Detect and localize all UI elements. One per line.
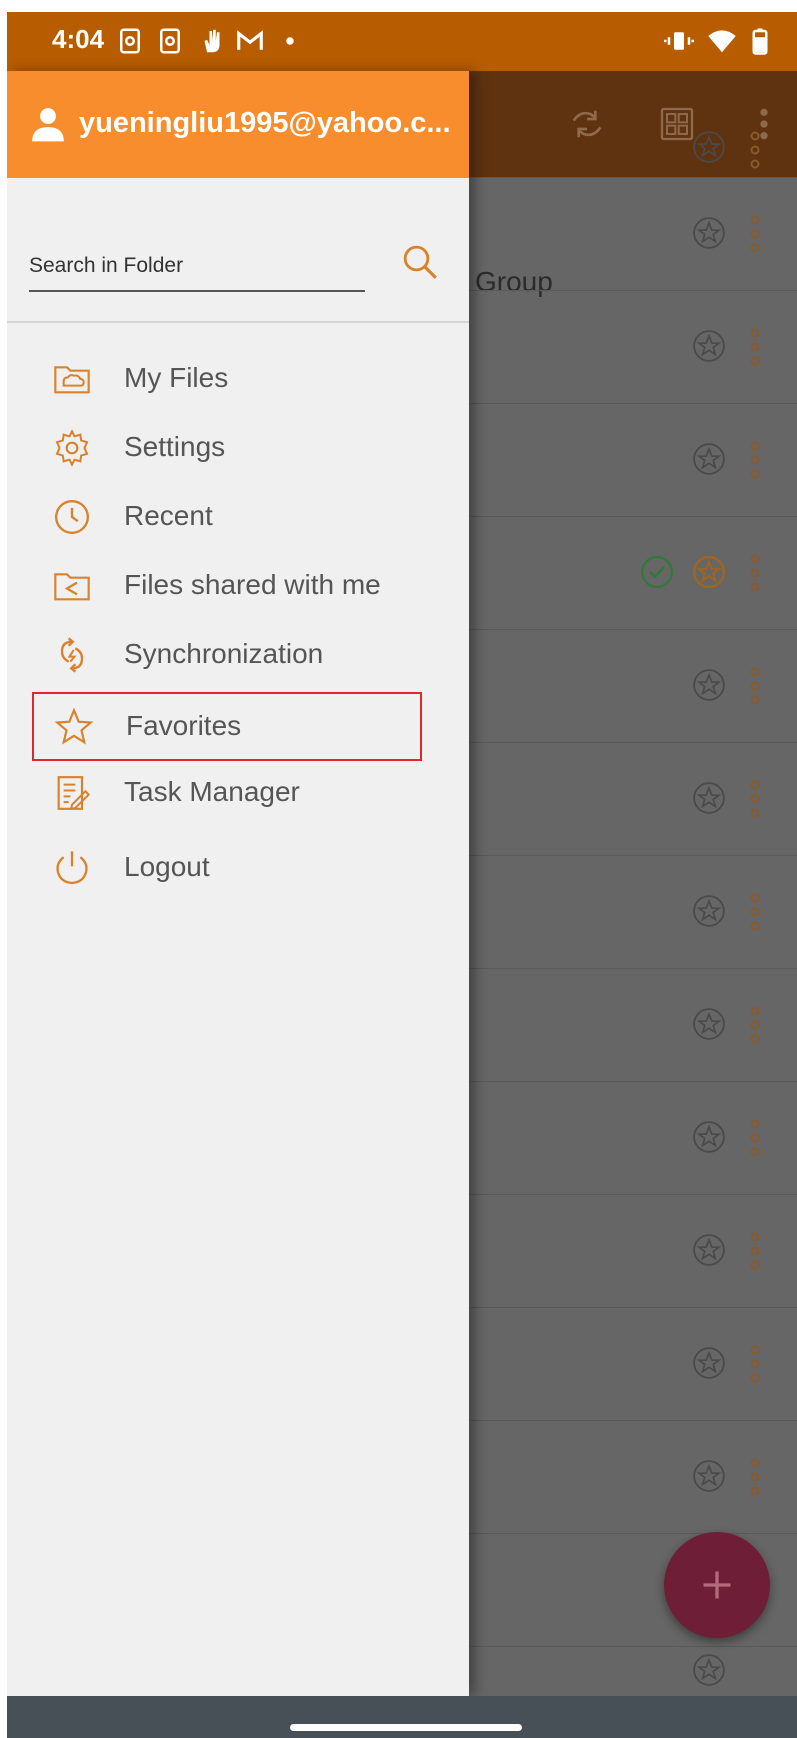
nav-item-label: Task Manager — [124, 776, 300, 807]
more-vert-icon[interactable] — [749, 130, 761, 170]
star-icon — [54, 707, 94, 747]
star-outline-icon[interactable] — [692, 329, 726, 363]
star-outline-icon[interactable] — [692, 130, 726, 164]
more-vert-icon[interactable] — [749, 779, 761, 819]
more-vert-icon[interactable] — [749, 214, 761, 254]
star-outline-icon[interactable] — [692, 1120, 726, 1154]
nav-item-label: Settings — [124, 431, 226, 462]
nav-item-favorites[interactable]: Favorites — [32, 692, 422, 761]
more-vert-icon[interactable] — [749, 1457, 761, 1497]
nav-item-task-manager[interactable]: Task Manager — [32, 761, 422, 821]
clock-icon — [52, 497, 92, 537]
plus-icon — [703, 1571, 731, 1599]
nav-item-files-shared-with-me[interactable]: Files shared with me — [32, 554, 422, 614]
status-time: 4:04 — [52, 24, 105, 54]
power-icon — [52, 848, 92, 888]
search-icon[interactable] — [399, 241, 441, 283]
more-vert-icon[interactable] — [749, 1118, 761, 1158]
nav-item-label: My Files — [124, 362, 229, 393]
dot-icon — [275, 26, 305, 56]
search-placeholder: Search in Folder — [29, 254, 184, 277]
nav-item-label: Logout — [124, 851, 210, 882]
star-outline-icon[interactable] — [692, 1459, 726, 1493]
nav-item-logout[interactable]: Logout — [32, 836, 422, 896]
star-outline-icon[interactable] — [692, 1653, 726, 1687]
drawer-header: yueningliu1995@yahoo.c... — [7, 71, 469, 178]
more-vert-icon[interactable] — [749, 666, 761, 706]
star-outline-icon[interactable] — [692, 894, 726, 928]
more-vert-icon[interactable] — [749, 553, 761, 593]
search-folder-input[interactable]: Search in Folder — [29, 246, 365, 292]
star-outline-icon[interactable] — [692, 1233, 726, 1267]
status-bar: 4:04 — [7, 12, 797, 71]
system-nav-bar — [7, 1696, 797, 1738]
star-filled-icon[interactable] — [692, 555, 726, 589]
nav-item-my-files[interactable]: My Files — [32, 347, 422, 407]
wifi-icon — [707, 26, 737, 56]
sync-icon — [52, 635, 92, 675]
nav-item-settings[interactable]: Settings — [32, 416, 422, 476]
nav-item-label: Files shared with me — [124, 569, 381, 600]
home-gesture-handle[interactable] — [290, 1724, 522, 1731]
user-icon — [32, 108, 64, 142]
star-outline-icon[interactable] — [692, 216, 726, 250]
nav-item-synchronization[interactable]: Synchronization — [32, 623, 422, 683]
shared-folder-icon — [52, 566, 92, 606]
star-outline-icon[interactable] — [692, 1346, 726, 1380]
gear-icon — [52, 428, 92, 468]
nav-item-recent[interactable]: Recent — [32, 485, 422, 545]
vibrate-icon — [664, 26, 694, 56]
nav-item-label: Favorites — [126, 710, 242, 741]
screenshot-icon — [155, 26, 185, 56]
user-email[interactable]: yueningliu1995@yahoo.c... — [79, 107, 451, 140]
nav-item-label: Synchronization — [124, 638, 324, 669]
star-outline-icon[interactable] — [692, 1007, 726, 1041]
gmail-icon — [235, 26, 265, 56]
battery-icon — [745, 26, 775, 56]
star-outline-icon[interactable] — [692, 668, 726, 702]
synced-check-icon — [640, 555, 674, 589]
more-vert-icon[interactable] — [749, 1231, 761, 1271]
more-vert-icon[interactable] — [749, 892, 761, 932]
more-vert-icon[interactable] — [749, 440, 761, 480]
divider — [7, 321, 469, 323]
navigation-drawer: yueningliu1995@yahoo.c... Search in Fold… — [7, 71, 469, 1696]
phone-screen: 4:04 Group yueningliu1995@yahoo.c... Sea… — [7, 12, 797, 1738]
cloud-folder-icon — [52, 359, 92, 399]
screenshot-icon — [115, 26, 145, 56]
star-outline-icon[interactable] — [692, 442, 726, 476]
more-vert-icon[interactable] — [749, 327, 761, 367]
star-outline-icon[interactable] — [692, 781, 726, 815]
task-list-icon — [52, 773, 92, 813]
more-vert-icon[interactable] — [749, 1344, 761, 1384]
add-fab-button[interactable] — [664, 1532, 770, 1638]
more-vert-icon[interactable] — [749, 1005, 761, 1045]
nav-item-label: Recent — [124, 500, 213, 531]
hand-icon — [197, 26, 227, 56]
